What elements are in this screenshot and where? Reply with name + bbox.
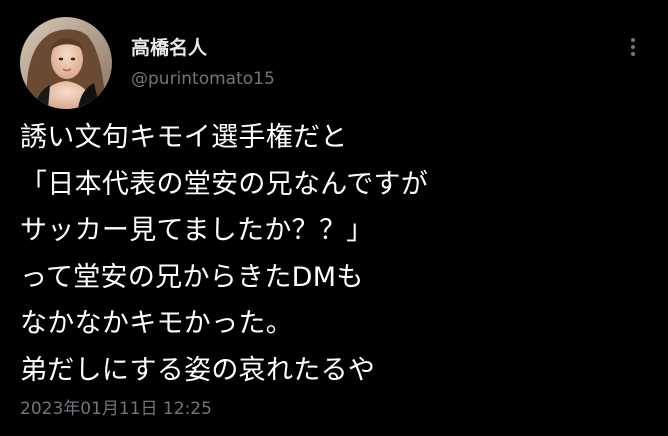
tweet-text-line: 誘い文句キモイ選手権だと	[20, 122, 348, 153]
tweet-timestamp[interactable]: 2023年01月11日 12:25	[20, 398, 212, 420]
tweet-text-line: って堂安の兄からきたDMも	[20, 261, 364, 293]
more-options-button[interactable]	[621, 30, 645, 64]
tweet-text: 誘い文句キモイ選手権だと 「日本代表の堂安の兄なんですが サッカー見てましたか？…	[20, 115, 650, 394]
tweet-card: 高橋名人 @purintomato15 誘い文句キモイ選手権だと 「日本代表の堂…	[0, 0, 668, 436]
tweet-text-line: 弟だしにする姿の哀れたるや	[20, 354, 376, 386]
author-display-name[interactable]: 高橋名人	[131, 36, 207, 60]
tweet-text-line: サッカー見てましたか？？」	[20, 215, 374, 246]
author-handle[interactable]: @purintomato15	[131, 68, 275, 90]
tweet-text-line: 「日本代表の堂安の兄なんですが	[20, 168, 429, 200]
avatar[interactable]	[20, 17, 112, 109]
profile-photo-icon	[20, 17, 112, 109]
more-vertical-icon	[631, 38, 635, 56]
tweet-text-line: なかなかキモかった。	[20, 308, 293, 339]
